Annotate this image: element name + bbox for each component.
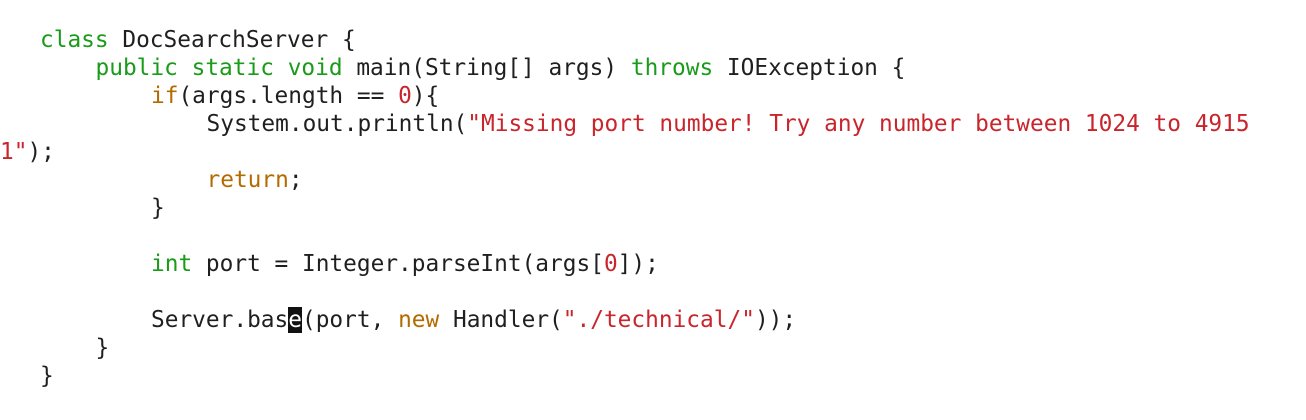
code-line-class-close: } (40, 362, 54, 390)
keyword-new: new (398, 307, 440, 333)
port-assignment-end: ]); (617, 251, 659, 277)
code-line-println-wrapped: 1"); (0, 138, 55, 166)
server-call-end: )); (754, 307, 797, 333)
port-assignment: port = Integer.parseInt(args[ (192, 251, 604, 277)
keyword-void: void (287, 55, 343, 81)
exception-text: IOException { (713, 55, 906, 81)
closing-brace: } (151, 195, 165, 221)
code-line-if-statement: if(args.length == 0){ (40, 82, 439, 110)
keyword-public: public (95, 55, 178, 81)
keyword-return: return (206, 167, 289, 193)
code-line-return: return; (40, 166, 303, 194)
keyword-throws: throws (630, 55, 714, 81)
string-literal-part1: "Missing port number! Try any number bet… (467, 111, 1250, 137)
keyword-class: class (40, 27, 109, 53)
text-cursor[interactable]: e (288, 307, 302, 333)
code-line-server-start: Server.base(port, new Handler("./technic… (40, 306, 796, 334)
code-line-method-close: } (40, 334, 110, 362)
server-call-start: Server.bas (151, 307, 289, 333)
closing-brace: } (95, 335, 110, 361)
number-literal-zero: 0 (398, 83, 412, 109)
keyword-int: int (151, 251, 193, 277)
keyword-if: if (151, 83, 179, 109)
string-literal-path: "./technical/" (562, 307, 755, 333)
println-end: ); (27, 139, 55, 165)
if-condition-end: ){ (411, 83, 440, 109)
handler-constructor: Handler( (439, 307, 563, 333)
code-line-println: System.out.println("Missing port number!… (40, 110, 1250, 138)
closing-brace: } (40, 363, 54, 389)
code-line-port-declaration: int port = Integer.parseInt(args[0]); (40, 250, 659, 278)
println-call: System.out.println( (206, 111, 468, 137)
if-condition-start: (args.length == (178, 83, 399, 109)
number-literal-zero: 0 (603, 251, 618, 277)
class-name-text: DocSearchServer { (108, 27, 356, 53)
main-signature-text: main(String[] args) (356, 55, 618, 81)
code-line-if-close: } (40, 194, 165, 222)
code-line-class-declaration: class DocSearchServer { (40, 26, 356, 54)
code-line-main-signature: public static void main(String[] args) t… (40, 54, 906, 82)
string-literal-part2: 1" (0, 139, 28, 165)
keyword-static: static (191, 55, 274, 81)
server-call-args: (port, (301, 307, 399, 333)
return-semicolon: ; (288, 167, 303, 193)
